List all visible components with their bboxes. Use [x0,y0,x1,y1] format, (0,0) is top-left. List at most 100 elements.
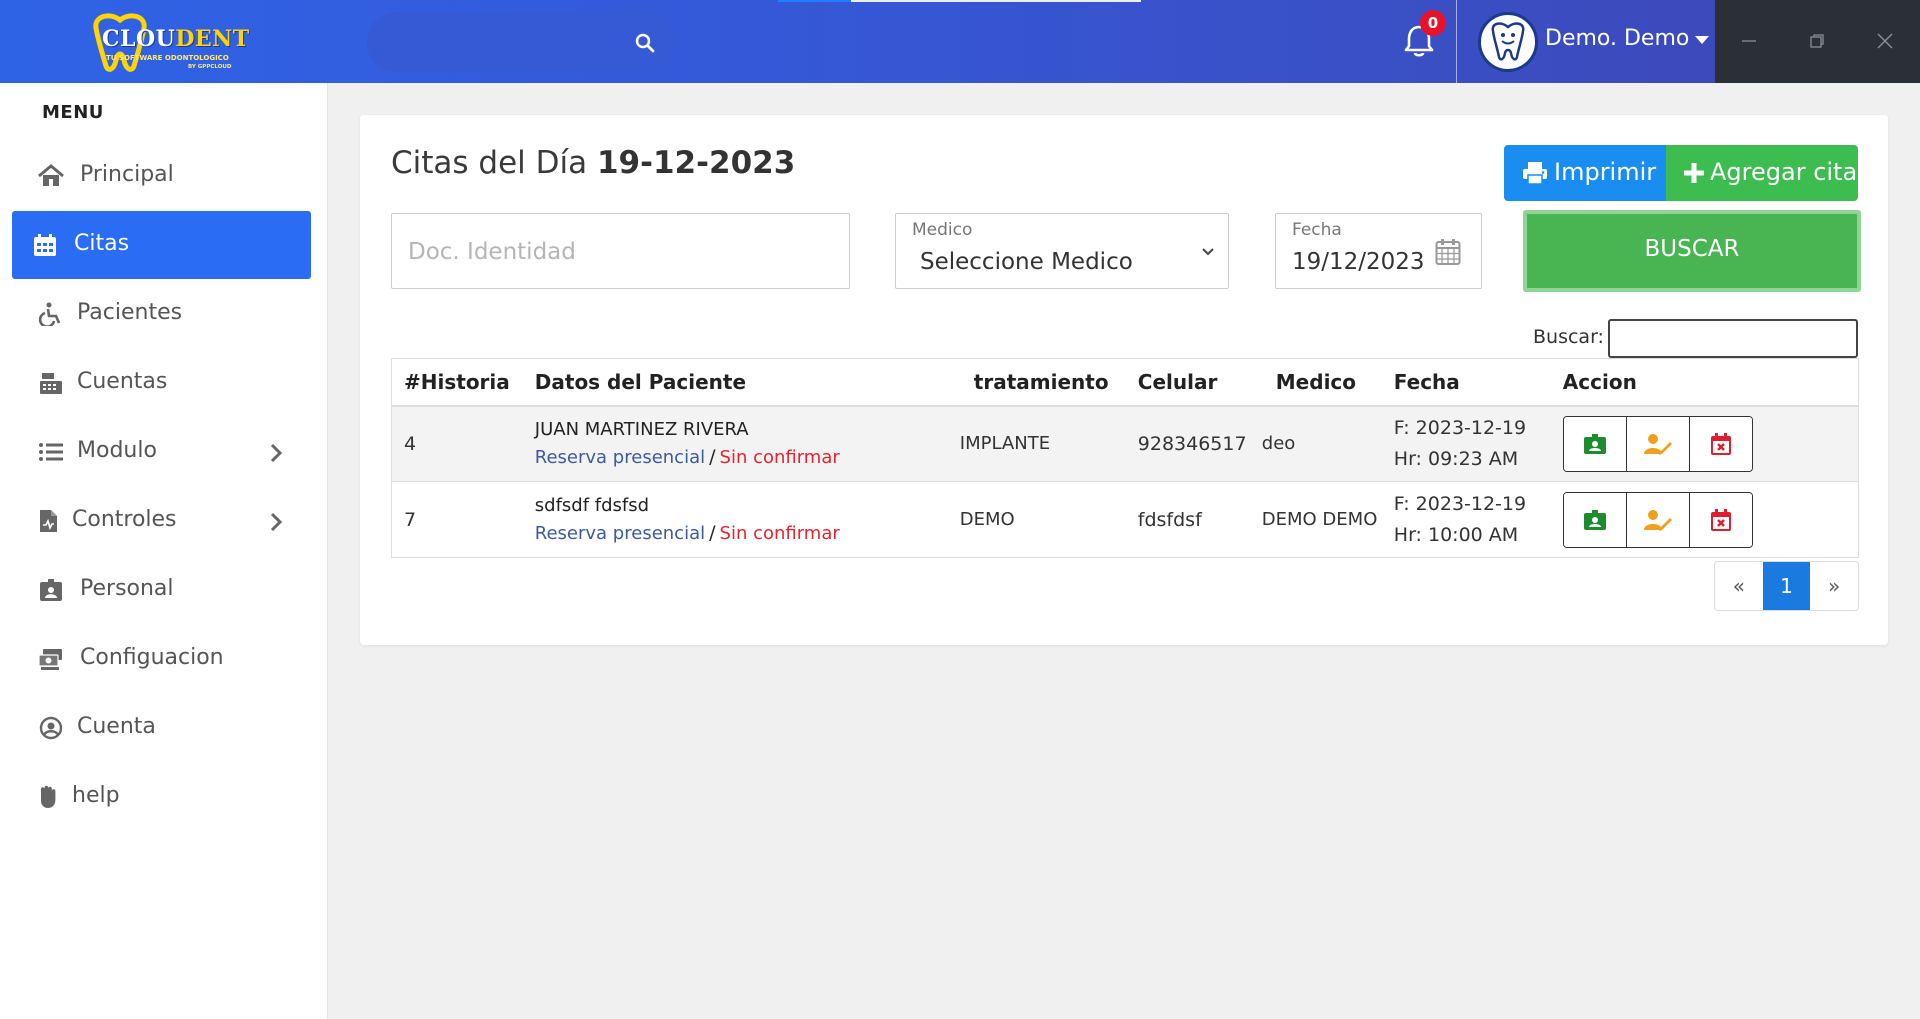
fecha-value: 19/12/2023 [1292,249,1425,275]
column-header[interactable]: Fecha [1389,358,1563,407]
tooth-avatar-icon [1491,22,1525,61]
user-menu-name[interactable]: Demo. Demo [1545,26,1689,51]
logo-wordmark: CLOUDENT [102,26,250,52]
calendar-icon [34,234,56,256]
edit-patient-button[interactable] [1626,416,1690,471]
close-button[interactable] [1851,0,1919,83]
date-cell: F: 2023-12-19 Hr: 09:23 AM [1389,405,1563,482]
doc-identity-input[interactable] [408,236,828,268]
date-cell: F: 2023-12-19 Hr: 10:00 AM [1389,481,1563,558]
app-logo[interactable]: CLOUDENT TU SOFTWARE ODONTOLOGICO BY GPP… [88,10,250,74]
pagination-page[interactable]: 1 [1762,562,1811,610]
phone-cell: 928346517 [1129,405,1262,482]
logo-tagline: TU SOFTWARE ODONTOLOGICO [106,54,229,62]
calendar-picker-icon[interactable] [1435,238,1461,266]
search-input[interactable] [387,27,617,57]
calendar-times-icon [1710,432,1731,455]
pagination-prev[interactable]: « [1715,562,1763,610]
id-badge-icon [40,579,62,601]
sidebar-item-modulo[interactable]: Modulo [12,418,311,486]
view-record-button[interactable] [1563,492,1627,547]
list-icon [39,443,63,461]
avatar[interactable] [1478,12,1538,72]
sidebar-item-cuenta[interactable]: Cuenta [12,694,311,762]
id-card-icon [1583,433,1606,454]
time-value: Hr: 09:23 AM [1393,447,1519,470]
patient-cell: JUAN MARTINEZ RIVERA Reserva presencial /… [509,405,960,482]
sidebar-item-cuentas[interactable]: Cuentas [12,349,311,417]
patient-name: sdfsdf fdsfsd [534,495,650,516]
reservation-type: Reserva presencial [534,523,706,544]
treatment-cell: DEMO [959,481,1130,558]
fecha-field[interactable]: Fecha 19/12/2023 [1275,213,1482,289]
sidebar-item-label: Personal [80,576,174,601]
calendar-times-icon [1710,508,1731,531]
pagination: « 1 » [1714,561,1859,611]
appointments-card: Citas del Día 19-12-2023 Imprimir Agrega… [360,115,1888,645]
sidebar-item-citas[interactable]: Citas [12,211,311,279]
column-header[interactable]: #Historia [390,358,510,407]
print-button[interactable]: Imprimir [1504,145,1666,201]
doc-identity-field [391,213,850,289]
minimize-button[interactable] [1715,0,1783,83]
sidebar-item-help[interactable]: help [12,763,311,831]
medico-select[interactable]: Medico Seleccione Medico [895,213,1229,289]
menu-title: MENU [42,102,104,123]
column-header[interactable]: Datos del Paciente [509,358,960,407]
column-header[interactable]: tratamiento [959,358,1130,407]
sidebar-item-principal[interactable]: Principal [12,142,311,210]
sidebar-item-label: Cuenta [77,714,156,739]
patient-name: JUAN MARTINEZ RIVERA [534,419,749,441]
close-icon [1877,33,1893,49]
sidebar-item-label: Modulo [77,438,157,463]
table-filter-input[interactable] [1608,319,1858,358]
buscar-button[interactable]: BUSCAR [1523,210,1861,292]
logo-byline: BY GPPCLOUD [188,64,232,70]
view-record-button[interactable] [1563,416,1627,471]
pagination-next[interactable]: » [1810,562,1858,610]
actions-cell [1562,481,1859,558]
row-actions [1562,415,1753,472]
global-search [367,12,675,72]
user-edit-icon [1643,433,1672,455]
fecha-label: Fecha [1292,220,1342,240]
sidebar-item-label: Pacientes [77,300,183,325]
chevron-down-icon[interactable] [1695,36,1709,44]
patient-cell: sdfsdf fdsfsd Reserva presencial / Sin con… [509,481,960,558]
treatment-cell: IMPLANTE [959,405,1130,482]
historia-cell: 7 [390,481,510,558]
sidebar-item-configuacion[interactable]: Configuacion [12,625,311,693]
file-medical-icon [40,510,57,532]
top-bar: CLOUDENT TU SOFTWARE ODONTOLOGICO BY GPP… [0,0,1920,83]
sidebar-item-pacientes[interactable]: Pacientes [12,280,311,348]
confirmation-status: Sin confirmar [719,523,840,544]
sidebar-item-label: help [72,783,120,808]
cancel-appointment-button[interactable] [1689,416,1752,471]
column-header[interactable]: Accion [1562,358,1859,407]
column-header[interactable]: Celular [1129,358,1262,407]
user-edit-icon [1643,509,1672,531]
sidebar: MENU Principal Citas Pacientes Cuentas M… [0,83,328,1019]
chevron-down-icon [1202,248,1214,256]
column-header[interactable]: Medico [1261,358,1390,407]
sidebar-item-personal[interactable]: Personal [12,556,311,624]
sidebar-item-controles[interactable]: Controles [12,487,311,555]
chevron-right-icon [270,443,283,463]
separator: / [709,446,716,469]
wheelchair-icon [38,302,61,326]
window-controls [1715,0,1920,83]
cash-register-icon [40,373,62,394]
edit-patient-button[interactable] [1626,492,1690,547]
search-icon[interactable] [635,33,655,53]
restore-button[interactable] [1783,0,1851,83]
minimize-icon [1742,40,1756,42]
user-circle-icon [39,716,63,740]
cancel-appointment-button[interactable] [1689,492,1752,547]
historia-cell: 4 [390,405,510,482]
date-value: F: 2023-12-19 [1393,416,1527,439]
cash-settings-icon [38,649,62,670]
appointments-table: #Historia Datos del Paciente tratamiento… [390,358,1859,558]
notification-badge: 0 [1420,10,1446,36]
add-appointment-button[interactable]: Agregar cita [1666,145,1858,201]
sidebar-item-label: Controles [72,507,177,532]
